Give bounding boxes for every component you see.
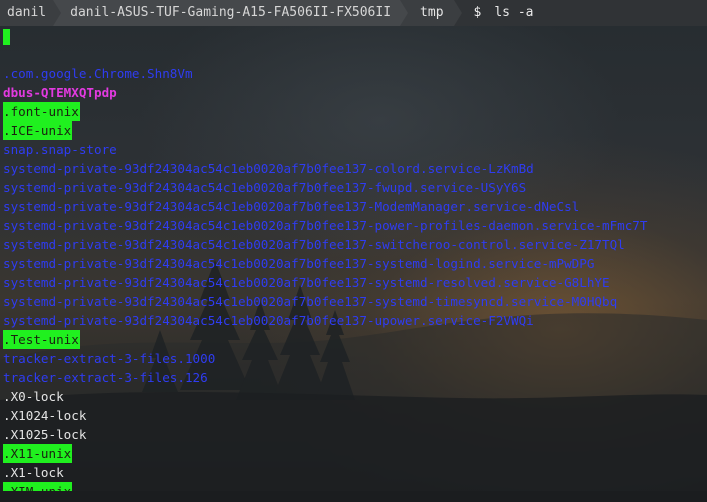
directory-entry[interactable]: .com.google.Chrome.Shn8Vm xyxy=(3,64,194,83)
directory-entry[interactable]: systemd-private-93df24304ac54c1eb0020af7… xyxy=(3,235,626,254)
command-text[interactable]: ls -a xyxy=(488,0,540,26)
listing-row: systemd-private-93df24304ac54c1eb0020af7… xyxy=(3,216,648,235)
listing-row: systemd-private-93df24304ac54c1eb0020af7… xyxy=(3,235,648,254)
directory-entry[interactable]: snap.snap-store xyxy=(3,140,118,159)
listing-row: .X1-lock xyxy=(3,463,648,482)
directory-entry[interactable]: systemd-private-93df24304ac54c1eb0020af7… xyxy=(3,197,580,216)
socket-entry[interactable]: dbus-QTEMXQTpdp xyxy=(3,83,118,102)
prompt-directory: tmp xyxy=(408,0,454,26)
file-entry[interactable]: .X1025-lock xyxy=(3,425,87,444)
shell-prompt-bar: danil danil-ASUS-TUF-Gaming-A15-FA506II-… xyxy=(0,0,707,26)
listing-row: systemd-private-93df24304ac54c1eb0020af7… xyxy=(3,311,648,330)
listing-row: systemd-private-93df24304ac54c1eb0020af7… xyxy=(3,178,648,197)
listing-row: systemd-private-93df24304ac54c1eb0020af7… xyxy=(3,197,648,216)
listing-row: tracker-extract-3-files.126 xyxy=(3,368,648,387)
listing-row: systemd-private-93df24304ac54c1eb0020af7… xyxy=(3,273,648,292)
sticky-dir-entry[interactable]: .ICE-unix xyxy=(3,121,73,140)
directory-entry[interactable]: systemd-private-93df24304ac54c1eb0020af7… xyxy=(3,273,611,292)
directory-entry[interactable]: systemd-private-93df24304ac54c1eb0020af7… xyxy=(3,178,527,197)
prompt-symbol: $ xyxy=(461,0,489,26)
listing-row: .X11-unix xyxy=(3,444,648,463)
listing-row: .font-unix xyxy=(3,102,648,121)
listing-row xyxy=(3,26,648,45)
current-dir-entry[interactable] xyxy=(3,28,10,45)
prompt-separator xyxy=(453,0,462,26)
directory-entry[interactable]: tracker-extract-3-files.126 xyxy=(3,368,209,387)
sticky-dir-entry[interactable]: .Test-unix xyxy=(3,330,80,349)
listing-row: dbus-QTEMXQTpdp xyxy=(3,83,648,102)
prompt-separator xyxy=(400,0,409,26)
file-entry[interactable]: .X0-lock xyxy=(3,387,65,406)
directory-entry[interactable]: tracker-extract-3-files.1000 xyxy=(3,349,216,368)
listing-row: .ICE-unix xyxy=(3,121,648,140)
listing-row xyxy=(3,45,648,64)
prompt-host: danil-ASUS-TUF-Gaming-A15-FA506II-FX506I… xyxy=(61,0,401,26)
directory-entry[interactable]: systemd-private-93df24304ac54c1eb0020af7… xyxy=(3,159,535,178)
directory-entry[interactable]: systemd-private-93df24304ac54c1eb0020af7… xyxy=(3,216,648,235)
directory-entry[interactable]: systemd-private-93df24304ac54c1eb0020af7… xyxy=(3,292,618,311)
listing-row: tracker-extract-3-files.1000 xyxy=(3,349,648,368)
file-entry[interactable]: .X1-lock xyxy=(3,463,65,482)
sticky-dir-entry[interactable]: .font-unix xyxy=(3,102,80,121)
listing-row: systemd-private-93df24304ac54c1eb0020af7… xyxy=(3,159,648,178)
listing-row: .X1024-lock xyxy=(3,406,648,425)
listing-row: .X1025-lock xyxy=(3,425,648,444)
prompt-separator xyxy=(53,0,62,26)
prompt-user: danil xyxy=(0,0,54,26)
listing-row: .Test-unix xyxy=(3,330,648,349)
directory-entry[interactable]: systemd-private-93df24304ac54c1eb0020af7… xyxy=(3,254,595,273)
listing-row: systemd-private-93df24304ac54c1eb0020af7… xyxy=(3,254,648,273)
listing-row: .com.google.Chrome.Shn8Vm xyxy=(3,64,648,83)
listing-row: .X0-lock xyxy=(3,387,648,406)
ls-output: .com.google.Chrome.Shn8Vm dbus-QTEMXQTpdp… xyxy=(3,26,648,501)
sticky-dir-entry[interactable]: .X11-unix xyxy=(3,444,73,463)
terminal-bottom-edge xyxy=(0,491,707,502)
file-entry[interactable]: .X1024-lock xyxy=(3,406,87,425)
directory-entry[interactable]: systemd-private-93df24304ac54c1eb0020af7… xyxy=(3,311,535,330)
listing-row: snap.snap-store xyxy=(3,140,648,159)
listing-row: systemd-private-93df24304ac54c1eb0020af7… xyxy=(3,292,648,311)
